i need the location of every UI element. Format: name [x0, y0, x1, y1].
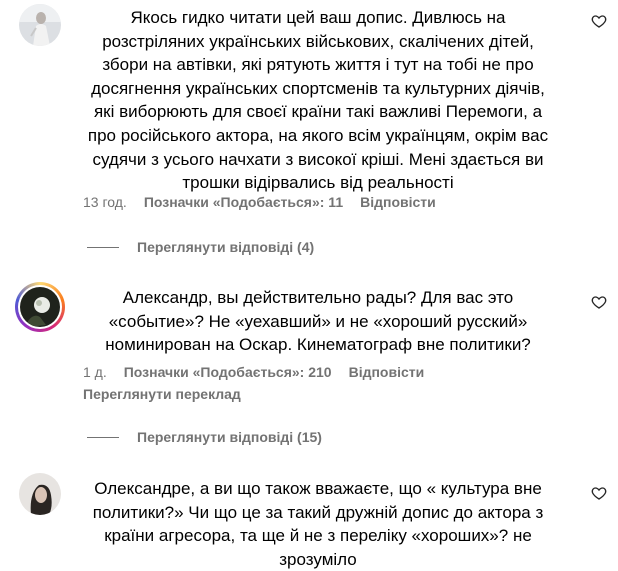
heart-outline-icon — [591, 296, 607, 309]
avatar[interactable] — [19, 473, 61, 515]
like-button[interactable] — [591, 294, 607, 310]
divider-line — [87, 436, 119, 438]
avatar-image — [20, 287, 60, 327]
view-replies-button[interactable]: Переглянути відповіді (15) — [87, 429, 322, 445]
likes-count[interactable]: Позначки «Подобається»: 210 — [124, 364, 332, 380]
see-translation-button[interactable]: Переглянути переклад — [83, 386, 241, 402]
comment-meta: 1 д. Позначки «Подобається»: 210 Відпові… — [83, 364, 424, 380]
divider-line — [87, 246, 119, 248]
reply-button[interactable]: Відповісти — [349, 364, 425, 380]
comment-meta: 13 год. Позначки «Подобається»: 11 Відпо… — [83, 194, 436, 210]
like-button[interactable] — [591, 13, 607, 29]
comment-time[interactable]: 13 год. — [83, 194, 127, 210]
view-replies-label: Переглянути відповіді (15) — [137, 429, 322, 445]
avatar-image — [19, 473, 61, 515]
comment-text: Якось гидко читати цей ваш допис. Дивлюс… — [87, 8, 549, 193]
view-replies-button[interactable]: Переглянути відповіді (4) — [87, 239, 314, 255]
comment-time[interactable]: 1 д. — [83, 364, 107, 380]
comment-text: Олександре, а ви що також вважаєте, що «… — [92, 479, 544, 569]
avatar-image — [19, 4, 61, 46]
heart-outline-icon — [591, 487, 607, 500]
view-replies-label: Переглянути відповіді (4) — [137, 239, 315, 255]
like-button[interactable] — [591, 485, 607, 501]
reply-button[interactable]: Відповісти — [360, 194, 436, 210]
avatar — [20, 287, 60, 327]
avatar[interactable] — [19, 4, 61, 46]
comment-text: Александр, вы действительно рады? Для ва… — [105, 288, 531, 355]
heart-outline-icon — [591, 15, 607, 28]
likes-count[interactable]: Позначки «Подобається»: 11 — [144, 194, 343, 210]
avatar-story-ring[interactable] — [15, 282, 65, 332]
